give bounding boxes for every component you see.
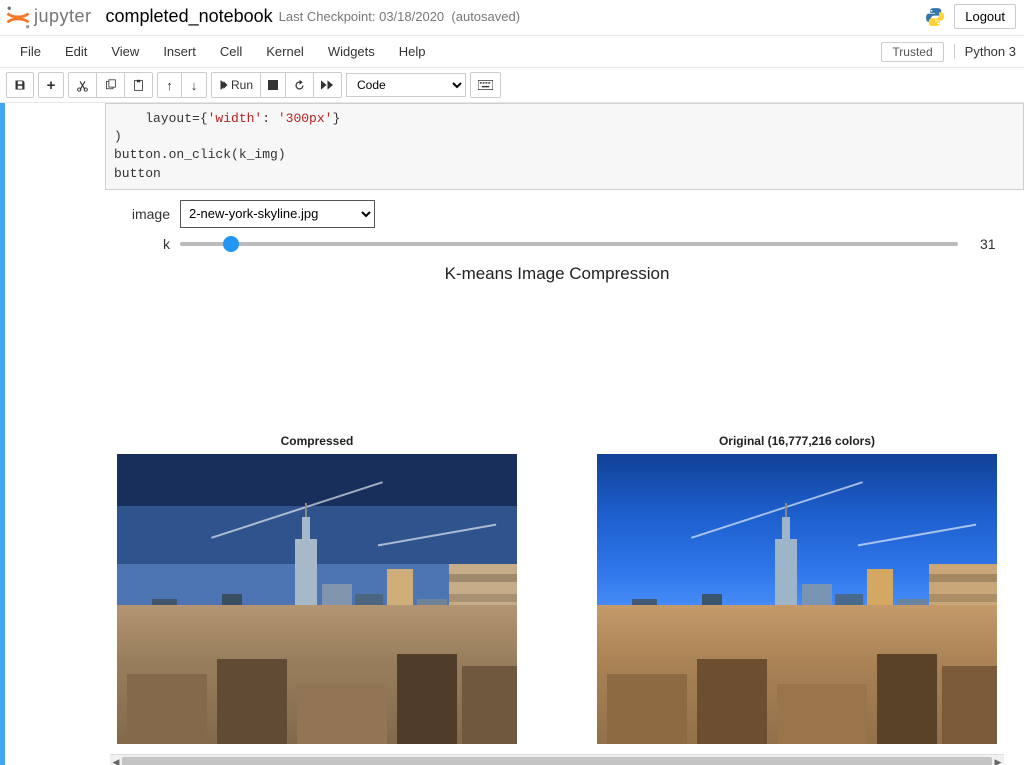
original-plot: Original (16,777,216 colors) bbox=[597, 434, 997, 744]
paste-button[interactable] bbox=[125, 73, 152, 97]
save-icon bbox=[14, 79, 26, 91]
output-cell: image 2-new-york-skyline.jpg k 31 K-mean… bbox=[0, 190, 1024, 765]
menu-file[interactable]: File bbox=[8, 38, 53, 65]
jupyter-logo[interactable]: jupyter bbox=[4, 3, 106, 31]
run-label: Run bbox=[231, 78, 253, 92]
scroll-right-icon[interactable]: ▶ bbox=[992, 755, 1004, 765]
code-tok: layout={ bbox=[114, 111, 208, 126]
code-editor[interactable]: layout={'width': '300px'} ) button.on_cl… bbox=[105, 103, 1024, 190]
logout-button[interactable]: Logout bbox=[954, 4, 1016, 29]
code-tok: : bbox=[262, 111, 278, 126]
paste-icon bbox=[132, 79, 145, 92]
code-tok: button bbox=[114, 166, 161, 181]
menu-widgets[interactable]: Widgets bbox=[316, 38, 387, 65]
scroll-left-icon[interactable]: ◀ bbox=[110, 755, 122, 765]
code-tok: } bbox=[332, 111, 340, 126]
run-button[interactable]: Run bbox=[212, 73, 261, 97]
menubar: File Edit View Insert Cell Kernel Widget… bbox=[0, 36, 1024, 68]
plot-row: Compressed bbox=[110, 434, 1004, 744]
slider-thumb-icon[interactable] bbox=[223, 236, 239, 252]
python-icon bbox=[924, 6, 946, 28]
restart-icon bbox=[293, 79, 306, 92]
trusted-indicator[interactable]: Trusted bbox=[881, 42, 943, 62]
k-widget-row: k 31 bbox=[110, 236, 1004, 252]
copy-icon bbox=[104, 79, 117, 92]
fast-forward-icon bbox=[321, 80, 334, 90]
notebook-header: jupyter completed_notebook Last Checkpoi… bbox=[0, 0, 1024, 36]
compressed-title: Compressed bbox=[117, 434, 517, 448]
output-area: image 2-new-york-skyline.jpg k 31 K-mean… bbox=[5, 190, 1024, 765]
autosave-text: (autosaved) bbox=[451, 9, 520, 24]
restart-button[interactable] bbox=[286, 73, 314, 97]
command-palette-button[interactable] bbox=[471, 73, 500, 97]
scissors-icon bbox=[76, 79, 89, 92]
menu-edit[interactable]: Edit bbox=[53, 38, 99, 65]
copy-button[interactable] bbox=[97, 73, 125, 97]
arrow-up-icon: ↑ bbox=[166, 78, 173, 93]
code-tok: button.on_click(k_img) bbox=[114, 147, 286, 162]
plot-title: K-means Image Compression bbox=[110, 264, 1004, 284]
restart-run-all-button[interactable] bbox=[314, 73, 341, 97]
image-select[interactable]: 2-new-york-skyline.jpg bbox=[180, 200, 375, 228]
move-up-button[interactable]: ↑ bbox=[158, 73, 182, 97]
cut-button[interactable] bbox=[69, 73, 97, 97]
compressed-image bbox=[117, 454, 517, 744]
original-title: Original (16,777,216 colors) bbox=[597, 434, 997, 448]
menu-help[interactable]: Help bbox=[387, 38, 438, 65]
menu-insert[interactable]: Insert bbox=[151, 38, 208, 65]
checkpoint-time: Last Checkpoint: 03/18/2020 bbox=[279, 9, 445, 24]
play-icon bbox=[219, 80, 228, 90]
k-value: 31 bbox=[980, 236, 1004, 252]
compressed-plot: Compressed bbox=[117, 434, 517, 744]
code-tok: ) bbox=[114, 129, 122, 144]
move-down-button[interactable]: ↓ bbox=[182, 73, 206, 97]
code-tok: '300px' bbox=[278, 111, 333, 126]
jupyter-brand-text: jupyter bbox=[34, 6, 92, 27]
menu-view[interactable]: View bbox=[99, 38, 151, 65]
keyboard-icon bbox=[478, 80, 493, 90]
checkpoint-text: Last Checkpoint: 03/18/2020 (autosaved) bbox=[279, 9, 520, 24]
interrupt-button[interactable] bbox=[261, 73, 286, 97]
cell-prompt bbox=[5, 103, 105, 190]
code-tok: 'width' bbox=[208, 111, 263, 126]
menu-cell[interactable]: Cell bbox=[208, 38, 254, 65]
output-hscrollbar[interactable]: ◀ ▶ bbox=[110, 754, 1004, 765]
stop-icon bbox=[268, 80, 278, 90]
k-label: k bbox=[110, 236, 170, 252]
menu-kernel[interactable]: Kernel bbox=[254, 38, 316, 65]
notebook-name[interactable]: completed_notebook bbox=[106, 6, 273, 27]
k-slider[interactable] bbox=[180, 242, 958, 246]
code-cell[interactable]: layout={'width': '300px'} ) button.on_cl… bbox=[0, 103, 1024, 190]
image-label: image bbox=[110, 206, 170, 222]
jupyter-icon bbox=[4, 3, 32, 31]
image-widget-row: image 2-new-york-skyline.jpg bbox=[110, 200, 1004, 228]
kernel-indicator[interactable]: Python 3 bbox=[954, 44, 1016, 59]
arrow-down-icon: ↓ bbox=[191, 78, 198, 93]
notebook-area[interactable]: layout={'width': '300px'} ) button.on_cl… bbox=[0, 103, 1024, 765]
toolbar: + ↑ ↓ Run bbox=[0, 68, 1024, 103]
cell-type-select[interactable]: Code bbox=[346, 73, 466, 97]
original-image bbox=[597, 454, 997, 744]
save-button[interactable] bbox=[7, 73, 33, 97]
plus-icon: + bbox=[47, 77, 56, 94]
insert-cell-button[interactable]: + bbox=[39, 73, 63, 97]
